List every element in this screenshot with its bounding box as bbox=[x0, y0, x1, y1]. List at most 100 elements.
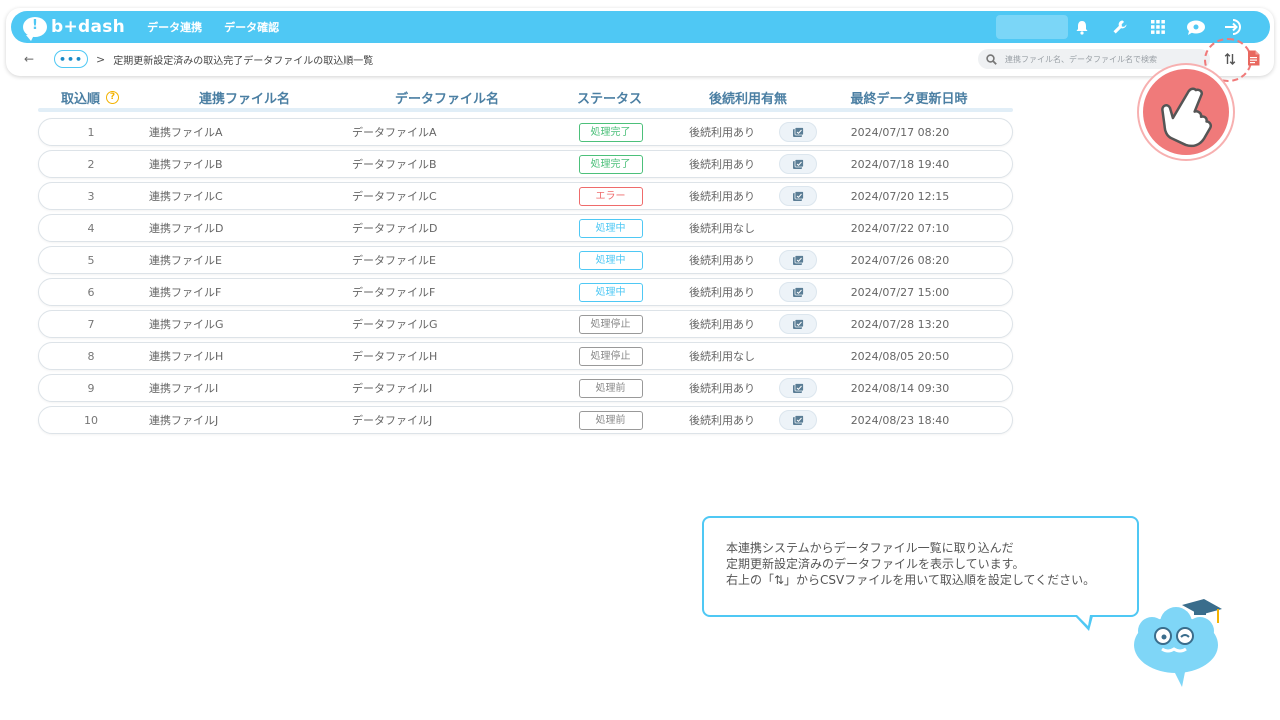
status-badge: エラー bbox=[578, 186, 643, 206]
cell-usage: 後続利用あり bbox=[689, 414, 755, 427]
detail-button[interactable] bbox=[779, 122, 817, 142]
sort-icon[interactable] bbox=[1221, 50, 1239, 68]
cell-updated: 2024/07/17 08:20 bbox=[850, 125, 950, 139]
nav-data-check[interactable]: データ確認 bbox=[224, 19, 279, 35]
header-data-file: データファイル名 bbox=[394, 91, 499, 107]
table-row[interactable]: 10 連携ファイルJ データファイルJ 処理前 後続利用あり 2024/08/23 18:… bbox=[38, 406, 1013, 434]
detail-icon bbox=[793, 382, 804, 393]
mascot-icon bbox=[1130, 597, 1225, 689]
cell-data-file: データファイルE bbox=[352, 254, 436, 267]
cell-status: 処理前 bbox=[548, 378, 673, 398]
logo-bubble-icon: ! bbox=[23, 17, 47, 41]
cell-detail bbox=[771, 282, 825, 302]
cell-link-file: 連携ファイルJ bbox=[149, 414, 219, 427]
table-row[interactable]: 5 連携ファイルE データファイルE 処理中 後続利用あり 2024/07/26 08:2… bbox=[38, 246, 1013, 274]
cell-link-file: 連携ファイルF bbox=[149, 286, 222, 299]
header-updated: 最終データ更新日時 bbox=[850, 91, 968, 107]
cell-usage: 後続利用なし bbox=[689, 222, 755, 235]
cell-link-file: 連携ファイルE bbox=[149, 254, 222, 267]
detail-button[interactable] bbox=[779, 314, 817, 334]
table-row[interactable]: 2 連携ファイルB データファイルB 処理完了 後続利用あり 2024/07/18 19:… bbox=[38, 150, 1013, 178]
tooltip-line-1: 本連携システムからデータファイル一覧に取り込んだ bbox=[726, 541, 1014, 555]
table-row[interactable]: 3 連携ファイルC データファイルC エラー 後続利用あり 2024/07/20 12:1… bbox=[38, 182, 1013, 210]
status-badge: 処理停止 bbox=[578, 346, 643, 366]
search-icon bbox=[986, 50, 997, 69]
detail-icon bbox=[793, 158, 804, 169]
cell-link-file: 連携ファイルG bbox=[149, 318, 224, 331]
cell-detail bbox=[771, 378, 825, 398]
table-row[interactable]: 8 連携ファイルH データファイルH 処理停止 後続利用なし 2024/08/05 20:… bbox=[38, 342, 1013, 370]
table-row[interactable]: 6 連携ファイルF データファイルF 処理中 後続利用あり 2024/07/27 15:0… bbox=[38, 278, 1013, 306]
cell-link-file: 連携ファイルC bbox=[149, 190, 223, 203]
table-row[interactable]: 7 連携ファイルG データファイルG 処理停止 後続利用あり 2024/07/28 13:… bbox=[38, 310, 1013, 338]
cell-usage: 後続利用あり bbox=[689, 318, 755, 331]
nav-data-link[interactable]: データ連携 bbox=[147, 19, 202, 35]
cell-order: 10 bbox=[84, 413, 98, 427]
detail-button[interactable] bbox=[779, 282, 817, 302]
detail-button[interactable] bbox=[779, 186, 817, 206]
chat-icon[interactable] bbox=[1186, 17, 1206, 37]
page-title: 定期更新設定済みの取込完了データファイルの取込順一覧 bbox=[113, 55, 374, 67]
cell-updated: 2024/07/27 15:00 bbox=[850, 285, 950, 299]
header-status: ステータス bbox=[576, 91, 642, 107]
table-row[interactable]: 4 連携ファイルD データファイルD 処理中 後続利用なし 2024/07/22 07:1… bbox=[38, 214, 1013, 242]
detail-button[interactable] bbox=[779, 154, 817, 174]
status-badge: 処理停止 bbox=[578, 314, 643, 334]
cell-updated: 2024/07/28 13:20 bbox=[850, 317, 950, 331]
status-badge: 処理前 bbox=[578, 378, 643, 398]
cell-data-file: データファイルD bbox=[352, 222, 438, 235]
header-order-label: 取込順 bbox=[60, 91, 100, 107]
help-icon[interactable]: ? bbox=[106, 90, 119, 104]
cell-link-file: 連携ファイルA bbox=[149, 126, 223, 139]
cell-usage: 後続利用あり bbox=[689, 190, 755, 203]
cell-status: 処理停止 bbox=[548, 314, 673, 334]
cell-usage: 後続利用あり bbox=[689, 158, 755, 171]
cell-updated: 2024/07/18 19:40 bbox=[850, 157, 950, 171]
app-logo[interactable]: ! b+dash bbox=[23, 17, 125, 41]
status-badge: 処理中 bbox=[578, 282, 643, 302]
search-input[interactable] bbox=[1005, 54, 1195, 64]
detail-button[interactable] bbox=[779, 410, 817, 430]
wrench-icon[interactable] bbox=[1110, 17, 1130, 37]
cell-data-file: データファイルH bbox=[352, 350, 438, 363]
cell-data-file: データファイルF bbox=[352, 286, 436, 299]
header-order: 取込順 ? bbox=[38, 88, 142, 107]
table-row[interactable]: 1 連携ファイルA データファイルA 処理完了 後続利用あり 2024/07/17 08:… bbox=[38, 118, 1013, 146]
hand-pointer-icon bbox=[1139, 65, 1233, 159]
breadcrumb-more-button[interactable]: ••• bbox=[54, 50, 88, 68]
cell-updated: 2024/07/22 07:10 bbox=[850, 221, 950, 235]
cell-usage: 後続利用なし bbox=[689, 350, 755, 363]
breadcrumb: ← ••• > 定期更新設定済みの取込完了データファイルの取込順一覧 bbox=[24, 50, 373, 68]
detail-button[interactable] bbox=[779, 250, 817, 270]
detail-icon bbox=[793, 286, 804, 297]
cell-detail bbox=[771, 250, 825, 270]
cell-order: 5 bbox=[87, 253, 95, 267]
cell-order: 2 bbox=[87, 157, 95, 171]
cell-data-file: データファイルC bbox=[352, 190, 437, 203]
cell-status: 処理中 bbox=[548, 282, 673, 302]
tooltip-line-3: 右上の「⇅」からCSVファイルを用いて取込順を設定してください。 bbox=[726, 573, 1096, 587]
cell-status: 処理完了 bbox=[548, 122, 673, 142]
table-body: 1 連携ファイルA データファイルA 処理完了 後続利用あり 2024/07/17 08:… bbox=[38, 118, 1013, 434]
cell-detail bbox=[771, 122, 825, 142]
back-arrow-icon[interactable]: ← bbox=[24, 52, 40, 66]
cell-order: 1 bbox=[87, 125, 95, 139]
cell-updated: 2024/07/20 12:15 bbox=[850, 189, 950, 203]
csv-file-icon[interactable] bbox=[1247, 50, 1261, 67]
tooltip-line-2: 定期更新設定済みのデータファイルを表示しています。 bbox=[726, 557, 1025, 571]
table-row[interactable]: 9 連携ファイルI データファイルI 処理前 後続利用あり 2024/08/14 09:3… bbox=[38, 374, 1013, 402]
cell-status: 処理停止 bbox=[548, 346, 673, 366]
cell-link-file: 連携ファイルB bbox=[149, 158, 223, 171]
cell-usage: 後続利用あり bbox=[689, 254, 755, 267]
top-navbar: ! b+dash データ連携 データ確認 bbox=[11, 11, 1270, 43]
status-badge: 処理完了 bbox=[578, 154, 643, 174]
import-order-table: 取込順 ? 連携ファイル名 データファイル名 ステータス 後続利用有無 最終デー… bbox=[38, 86, 1013, 434]
cell-usage: 後続利用あり bbox=[689, 382, 755, 395]
logout-icon[interactable] bbox=[1224, 17, 1244, 37]
bell-icon[interactable] bbox=[1072, 17, 1092, 37]
cell-order: 6 bbox=[87, 285, 95, 299]
cell-order: 8 bbox=[87, 349, 95, 363]
cell-order: 9 bbox=[87, 381, 95, 395]
grid-icon[interactable] bbox=[1148, 17, 1168, 37]
detail-button[interactable] bbox=[779, 378, 817, 398]
